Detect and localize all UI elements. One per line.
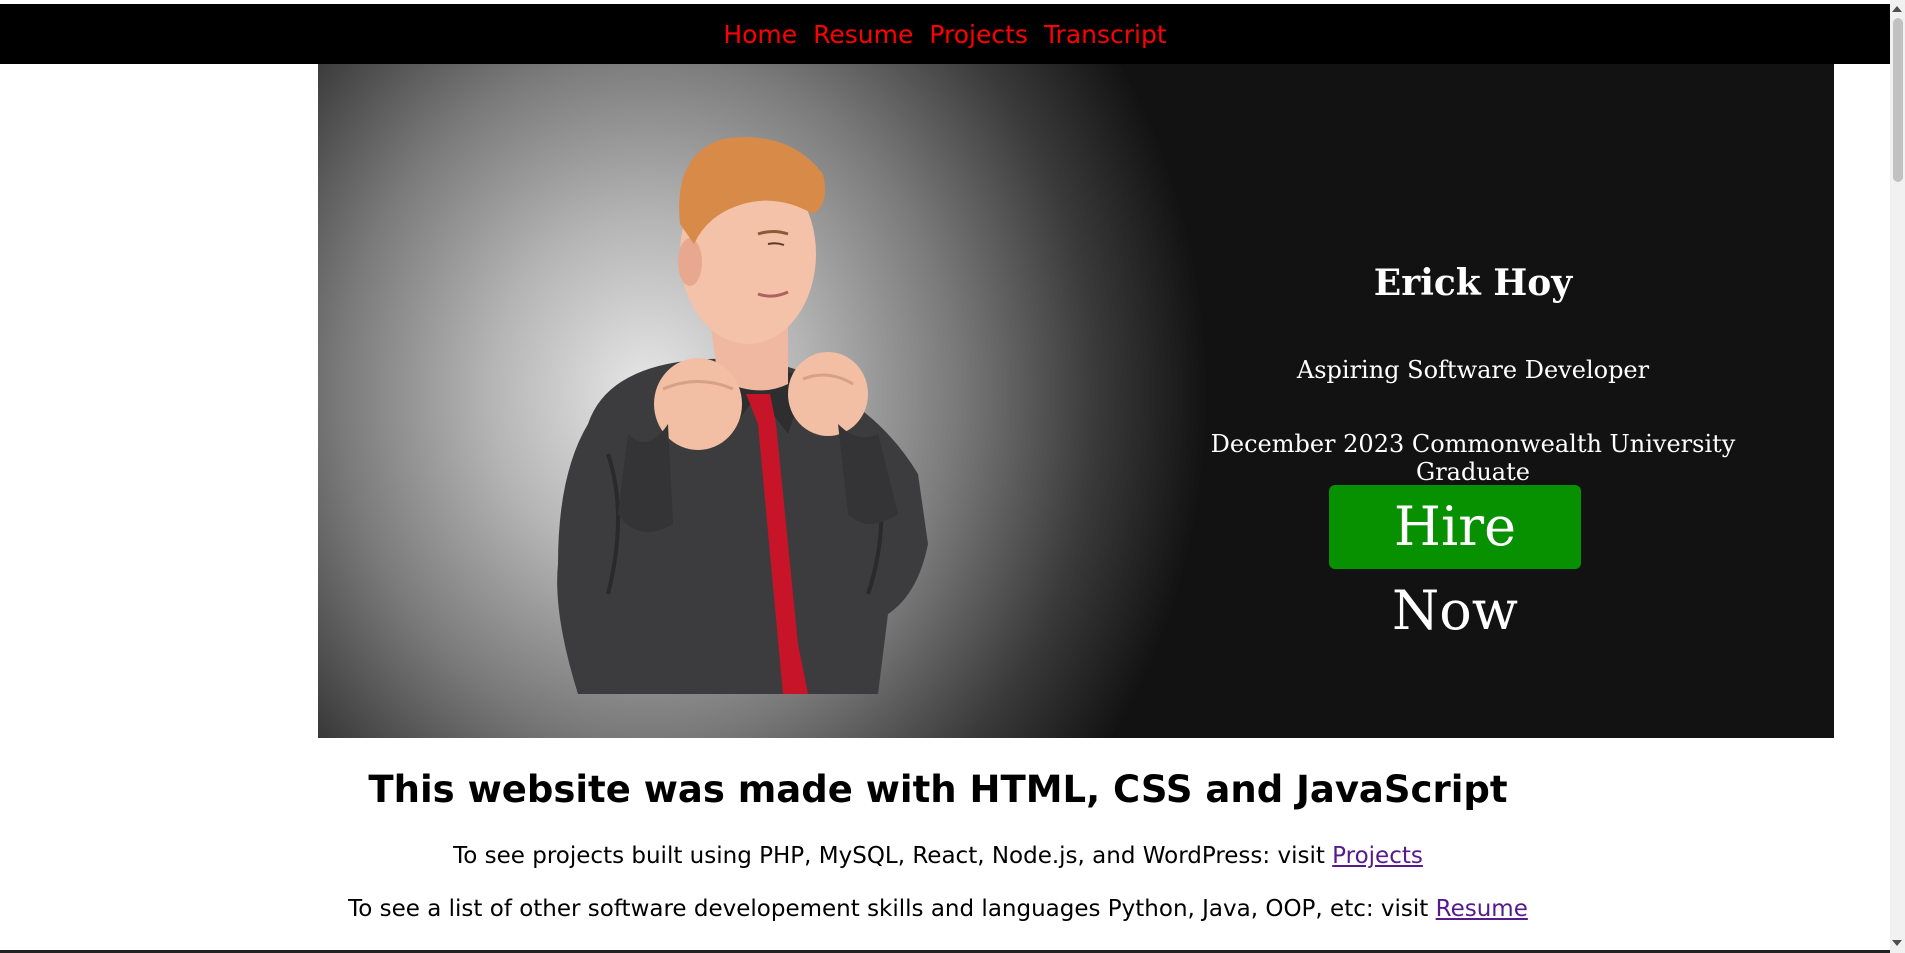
resume-link[interactable]: Resume [1436, 896, 1528, 922]
hero-name: Erick Hoy [1373, 262, 1573, 304]
scrollbar-thumb[interactable] [1893, 18, 1903, 182]
projects-info-line: To see projects built using PHP, MySQL, … [318, 843, 1558, 869]
projects-info-text: To see projects built using PHP, MySQL, … [453, 843, 1333, 869]
scroll-down-arrow-icon[interactable] [1892, 940, 1902, 946]
resume-info-line: To see a list of other software develope… [318, 896, 1558, 922]
hero-banner: Erick Hoy Aspiring Software Developer De… [318, 64, 1834, 738]
nav-link-resume[interactable]: Resume [813, 20, 913, 49]
site-info-heading: This website was made with HTML, CSS and… [368, 768, 1508, 811]
projects-link[interactable]: Projects [1332, 843, 1423, 869]
hero-role: Aspiring Software Developer [1296, 356, 1650, 384]
resume-info-text: To see a list of other software develope… [348, 896, 1436, 922]
nav-link-home[interactable]: Home [723, 20, 797, 49]
hero-graduation: December 2023 Commonwealth University Gr… [1210, 430, 1736, 486]
top-navbar: Home Resume Projects Transcript [0, 4, 1890, 64]
hire-now-button[interactable]: Hire Now [1329, 485, 1581, 642]
nav-link-projects[interactable]: Projects [929, 20, 1028, 49]
nav-link-transcript[interactable]: Transcript [1044, 20, 1167, 49]
scroll-up-arrow-icon[interactable] [1892, 6, 1902, 12]
profile-photo [557, 137, 928, 694]
hero-text-block: Erick Hoy Aspiring Software Developer De… [1168, 64, 1778, 738]
